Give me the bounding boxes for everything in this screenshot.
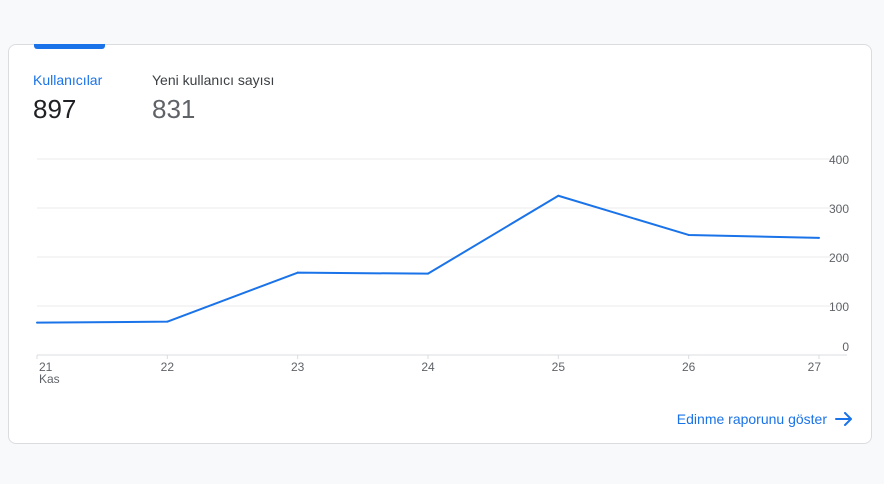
users-overview-card: Kullanıcılar 897 Yeni kullanıcı sayısı 8… — [8, 44, 872, 444]
y-tick-label: 0 — [842, 340, 849, 354]
x-tick-label: 22 — [161, 360, 175, 374]
data-point — [166, 320, 169, 323]
y-tick-label: 400 — [829, 153, 849, 167]
y-tick-label: 100 — [829, 300, 849, 314]
acquisition-report-link-label: Edinme raporunu göster — [676, 411, 827, 427]
x-tick-sublabel: Kas — [39, 372, 60, 386]
x-tick-label: 26 — [682, 360, 696, 374]
x-tick-label: 24 — [421, 360, 435, 374]
data-point — [36, 321, 38, 324]
data-point — [296, 271, 299, 274]
x-tick-label: 25 — [552, 360, 566, 374]
data-point — [687, 233, 690, 236]
users-series-line — [36, 194, 820, 324]
x-tick-label: 27 — [808, 360, 822, 374]
data-point — [557, 194, 560, 197]
data-point — [818, 236, 820, 239]
x-tick-label: 23 — [291, 360, 305, 374]
y-tick-label: 200 — [829, 251, 849, 265]
arrow-right-icon — [835, 412, 852, 426]
acquisition-report-link[interactable]: Edinme raporunu göster — [677, 409, 853, 429]
data-point — [427, 272, 429, 275]
users-line-chart: 010020030040021 22 23 24 25 26 27Kas — [36, 153, 849, 386]
y-tick-label: 300 — [829, 202, 849, 216]
